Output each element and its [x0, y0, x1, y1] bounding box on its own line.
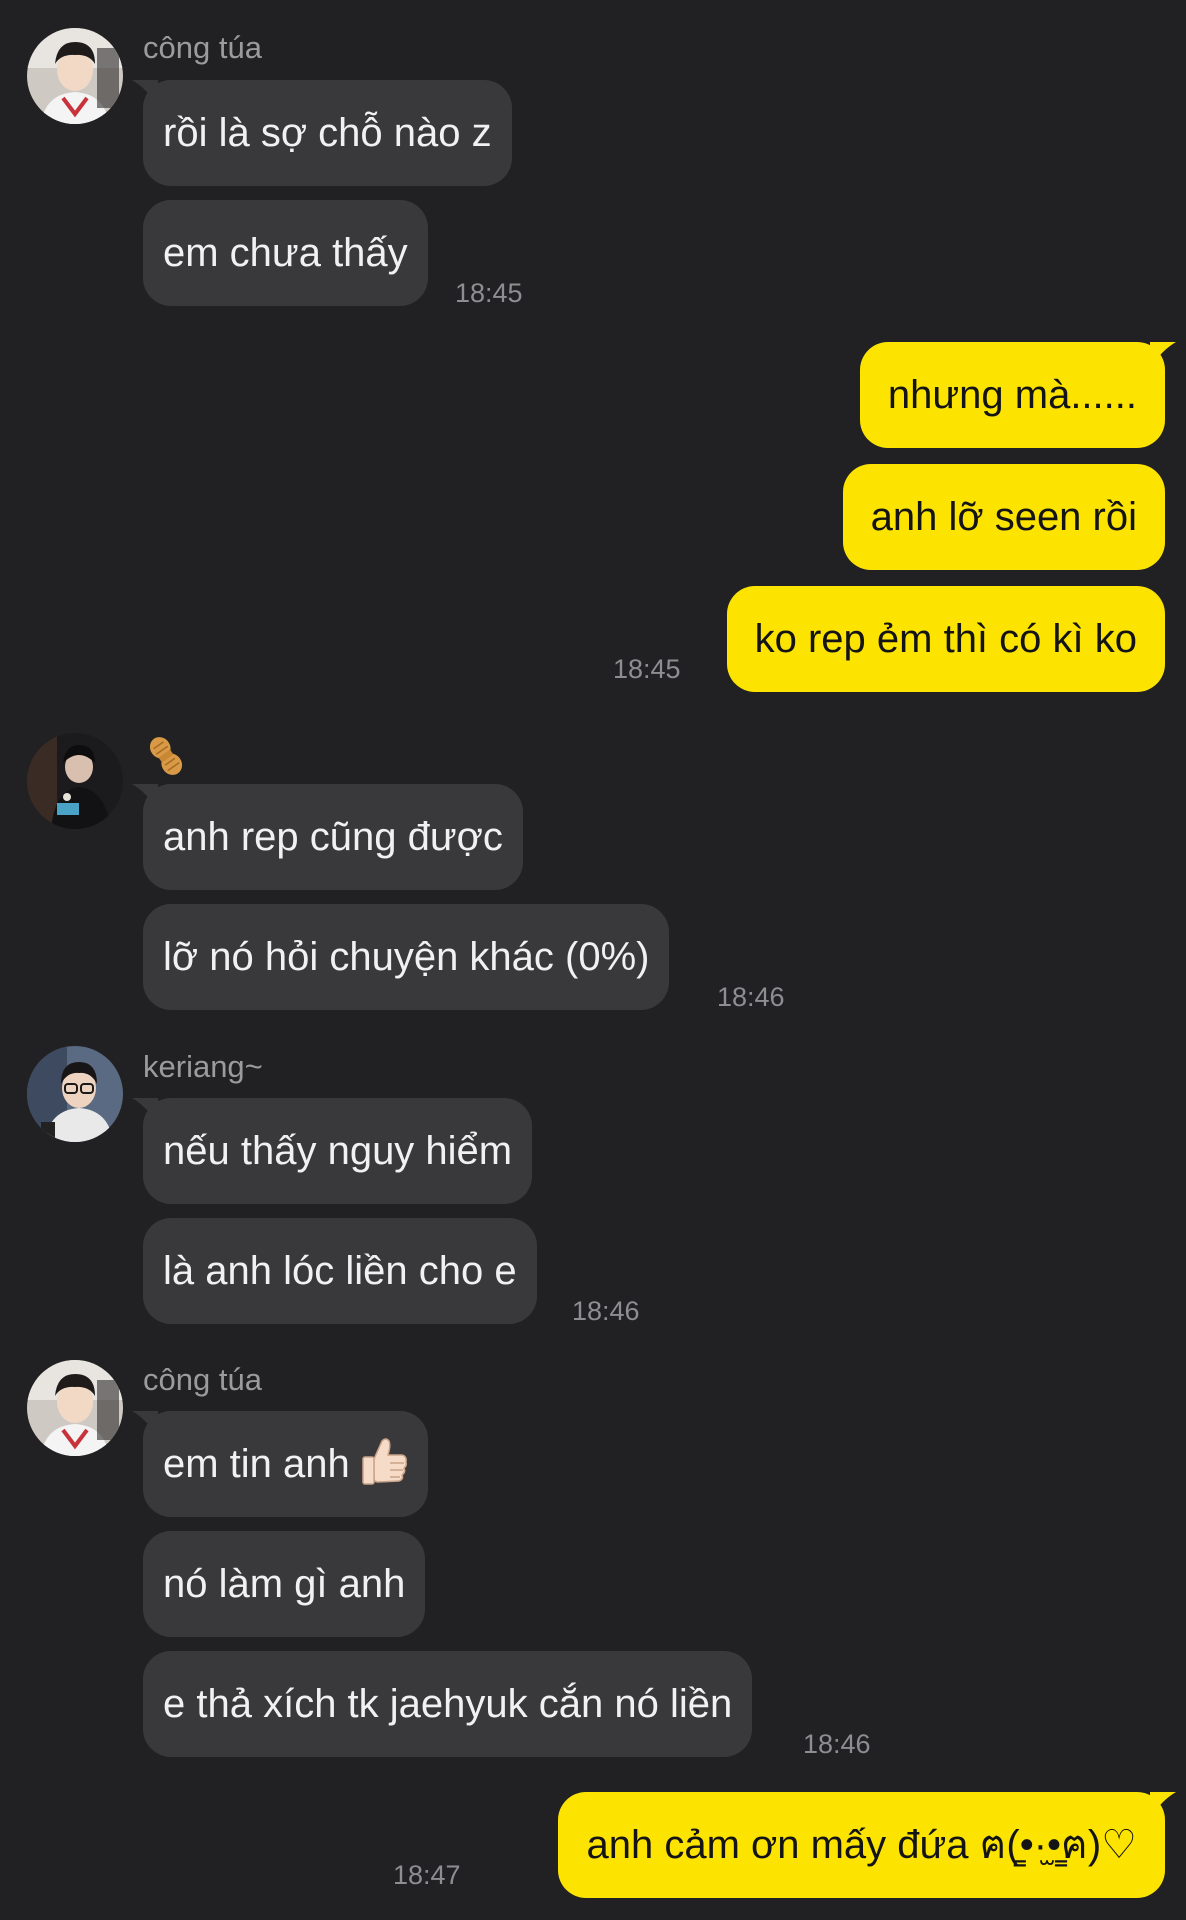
- sender-name: công túa: [143, 1362, 262, 1397]
- message-bubble[interactable]: là anh lóc liền cho e: [143, 1218, 537, 1324]
- message-bubble[interactable]: rồi là sợ chỗ nào z: [143, 80, 512, 186]
- sender-name: công túa: [143, 30, 262, 65]
- thumbs-up-icon: [362, 1438, 407, 1485]
- message-bubble[interactable]: ko rep ẻm thì có kì ko: [726, 586, 1165, 692]
- avatar-photo-icon: [27, 1360, 123, 1456]
- message-bubble[interactable]: em chưa thấy: [143, 200, 428, 306]
- avatar-photo-icon: [27, 1046, 123, 1142]
- message-bubble[interactable]: nhưng mà......: [859, 342, 1165, 448]
- message-bubble[interactable]: anh cảm ơn mấy đứa ฅ(̳•·̫•̳ฅ)♡: [558, 1792, 1165, 1898]
- avatar-cong-tua[interactable]: [27, 1360, 123, 1456]
- avatar-cong-tua[interactable]: [27, 28, 123, 124]
- message-timestamp: 18:47: [393, 1860, 461, 1890]
- message-timestamp: 18:46: [803, 1729, 871, 1759]
- message-text: em tin anh: [163, 1442, 350, 1486]
- avatar-keriang[interactable]: [27, 1046, 123, 1142]
- peanut-sticker-icon: [149, 737, 183, 775]
- message-bubble[interactable]: e thả xích tk jaehyuk cắn nó liền: [143, 1651, 753, 1757]
- message-bubble[interactable]: anh rep cũng được: [143, 784, 523, 890]
- message-timestamp: 18:45: [455, 278, 523, 308]
- avatar-photo-icon: [27, 733, 123, 829]
- message-bubble[interactable]: nếu thấy nguy hiểm: [143, 1098, 533, 1204]
- avatar-photo-icon: [27, 28, 123, 124]
- message-bubble[interactable]: em tin anh: [143, 1411, 428, 1517]
- avatar-peanut[interactable]: [27, 733, 123, 829]
- message-bubble[interactable]: anh lỡ seen rồi: [842, 464, 1165, 570]
- message-bubble[interactable]: nó làm gì anh: [143, 1531, 426, 1637]
- sender-name: keriang~: [143, 1049, 263, 1084]
- message-timestamp: 18:45: [613, 654, 681, 684]
- message-timestamp: 18:46: [572, 1296, 640, 1326]
- message-bubble[interactable]: lỡ nó hỏi chuyện khác (0%): [143, 904, 670, 1010]
- message-timestamp: 18:46: [717, 982, 785, 1012]
